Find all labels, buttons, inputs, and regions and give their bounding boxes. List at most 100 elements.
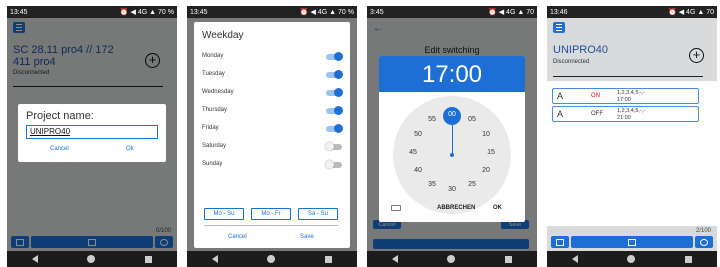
preset-mo-su-button[interactable]: Mo - Su <box>204 208 244 220</box>
channel-label: A <box>557 109 564 119</box>
status-bar: 13:45 ⏰ ◀ 4G ▲ 70 % <box>7 6 177 18</box>
day-label-monday: Monday <box>202 53 224 59</box>
clock-number-05[interactable]: 05 <box>465 116 479 123</box>
home-circle-icon[interactable] <box>267 255 276 263</box>
clock-center-dot <box>450 153 454 157</box>
recents-icon[interactable] <box>145 255 153 263</box>
device-icon <box>628 238 636 246</box>
cancel-button[interactable]: Cancel <box>228 234 247 240</box>
back-icon[interactable] <box>31 255 38 263</box>
status-icons: ⏰ ◀ 4G ▲ 70 % <box>119 9 174 16</box>
clock-number-10[interactable]: 10 <box>479 131 493 138</box>
project-status: Disconnected <box>553 59 590 65</box>
dialog-title: Weekday <box>202 30 244 41</box>
weekday-dialog: Weekday Monday Tuesday Wednesday Thursda… <box>194 22 350 248</box>
menu-icon[interactable] <box>553 22 565 33</box>
project-name-dialog: Project name: UNIPRO40 Cancel Ok <box>18 104 166 162</box>
clock-number-40[interactable]: 40 <box>411 167 425 174</box>
home-circle-icon[interactable] <box>627 255 636 263</box>
system-nav-bar <box>187 251 357 267</box>
system-nav-bar <box>7 251 177 267</box>
project-title: UNIPRO40 <box>553 44 609 56</box>
clock-number-00[interactable]: 00 <box>445 111 459 118</box>
screen-time-picker: 3:45 ⏰ ◀ 4G ▲ 70 ← Edit switching Cancel… <box>367 6 537 267</box>
toggle-tuesday[interactable] <box>326 70 343 79</box>
home-circle-icon[interactable] <box>87 255 96 263</box>
project-name-input[interactable]: UNIPRO40 <box>26 125 158 139</box>
screen-project-list: 13:46 ⏰ ◀ 4G ▲ 70 UNIPRO40 Disconnected … <box>547 6 717 267</box>
clock-number-25[interactable]: 25 <box>465 181 479 188</box>
clock-number-50[interactable]: 50 <box>411 131 425 138</box>
dialog-title: Project name: <box>26 110 94 122</box>
time-label: 17:00 <box>617 97 631 103</box>
clock-number-55[interactable]: 55 <box>425 116 439 123</box>
day-label-sunday: Sunday <box>202 161 223 167</box>
home-button[interactable] <box>551 236 569 248</box>
day-label-wednesday: Wednesday <box>202 89 234 95</box>
toggle-friday[interactable] <box>326 124 343 133</box>
toggle-saturday[interactable] <box>325 142 342 151</box>
screen-weekday: 13:45 ⏰ ◀ 4G ▲ 70 % Weekday Monday Tuesd… <box>187 6 357 267</box>
back-icon[interactable] <box>571 255 578 263</box>
home-icon <box>556 238 564 246</box>
clock-number-45[interactable]: 45 <box>406 149 420 156</box>
day-label-saturday: Saturday <box>202 143 227 149</box>
clock-number-15[interactable]: 15 <box>484 149 498 156</box>
keyboard-icon[interactable] <box>391 205 401 211</box>
status-bar: 13:45 ⏰ ◀ 4G ▲ 70 % <box>187 6 357 18</box>
status-time: 3:45 <box>370 8 384 16</box>
status-icons: ⏰ ◀ 4G ▲ 70 <box>668 9 714 16</box>
settings-button[interactable] <box>695 236 713 248</box>
time-display[interactable]: 17:00 <box>379 61 525 89</box>
gear-icon <box>700 238 708 246</box>
status-time: 13:45 <box>10 8 28 16</box>
divider <box>553 76 703 77</box>
schedule-list: A ON 1,2,3,4,5,-,- 17:00 A OFF 1,2,3,4,5… <box>547 81 717 226</box>
status-icons: ⏰ ◀ 4G ▲ 70 <box>488 9 534 16</box>
state-label: OFF <box>591 111 603 117</box>
save-button[interactable]: Save <box>300 234 314 240</box>
state-label: ON <box>591 93 600 99</box>
item-counter: 2/100 <box>695 228 711 234</box>
schedule-row[interactable]: A OFF 1,2,3,4,5,-,- 21:00 <box>552 106 699 122</box>
cancel-button[interactable]: Cancel <box>50 146 69 152</box>
system-nav-bar <box>367 251 537 267</box>
connect-button[interactable] <box>571 236 693 248</box>
toggle-monday[interactable] <box>326 52 343 61</box>
back-icon[interactable] <box>391 255 398 263</box>
screen-project-name: 13:45 ⏰ ◀ 4G ▲ 70 % SC 28.11 pro4 // 172… <box>7 6 177 267</box>
clock-number-35[interactable]: 35 <box>425 181 439 188</box>
status-time: 13:45 <box>190 8 208 16</box>
cancel-button[interactable]: ABBRECHEN <box>437 205 475 211</box>
system-nav-bar <box>547 251 717 267</box>
status-bar: 13:46 ⏰ ◀ 4G ▲ 70 <box>547 6 717 18</box>
clock-number-30[interactable]: 30 <box>445 186 459 193</box>
channel-label: A <box>557 91 564 101</box>
add-switching-button[interactable]: + <box>689 48 704 63</box>
divider <box>204 225 338 226</box>
toggle-wednesday[interactable] <box>326 88 343 97</box>
schedule-row[interactable]: A ON 1,2,3,4,5,-,- 17:00 <box>552 88 699 104</box>
day-label-thursday: Thursday <box>202 107 228 113</box>
recents-icon[interactable] <box>505 255 513 263</box>
toggle-sunday[interactable] <box>325 160 342 169</box>
preset-mo-fr-button[interactable]: Mo - Fr <box>251 208 291 220</box>
recents-icon[interactable] <box>325 255 333 263</box>
toggle-thursday[interactable] <box>326 106 343 115</box>
recents-icon[interactable] <box>685 255 693 263</box>
day-label-friday: Friday <box>202 125 219 131</box>
ok-button[interactable]: Ok <box>126 146 134 152</box>
bottom-toolbar <box>551 236 713 248</box>
status-icons: ⏰ ◀ 4G ▲ 70 % <box>299 9 354 16</box>
time-label: 21:00 <box>617 115 631 121</box>
status-time: 13:46 <box>550 8 568 16</box>
preset-sa-su-button[interactable]: Sa - Su <box>298 208 338 220</box>
status-bar: 3:45 ⏰ ◀ 4G ▲ 70 <box>367 6 537 18</box>
clock-number-20[interactable]: 20 <box>479 167 493 174</box>
day-label-tuesday: Tuesday <box>202 71 225 77</box>
days-label: 1,2,3,4,5,-,- <box>617 108 646 114</box>
home-circle-icon[interactable] <box>447 255 456 263</box>
back-icon[interactable] <box>211 255 218 263</box>
ok-button[interactable]: OK <box>493 205 502 211</box>
days-label: 1,2,3,4,5,-,- <box>617 90 646 96</box>
